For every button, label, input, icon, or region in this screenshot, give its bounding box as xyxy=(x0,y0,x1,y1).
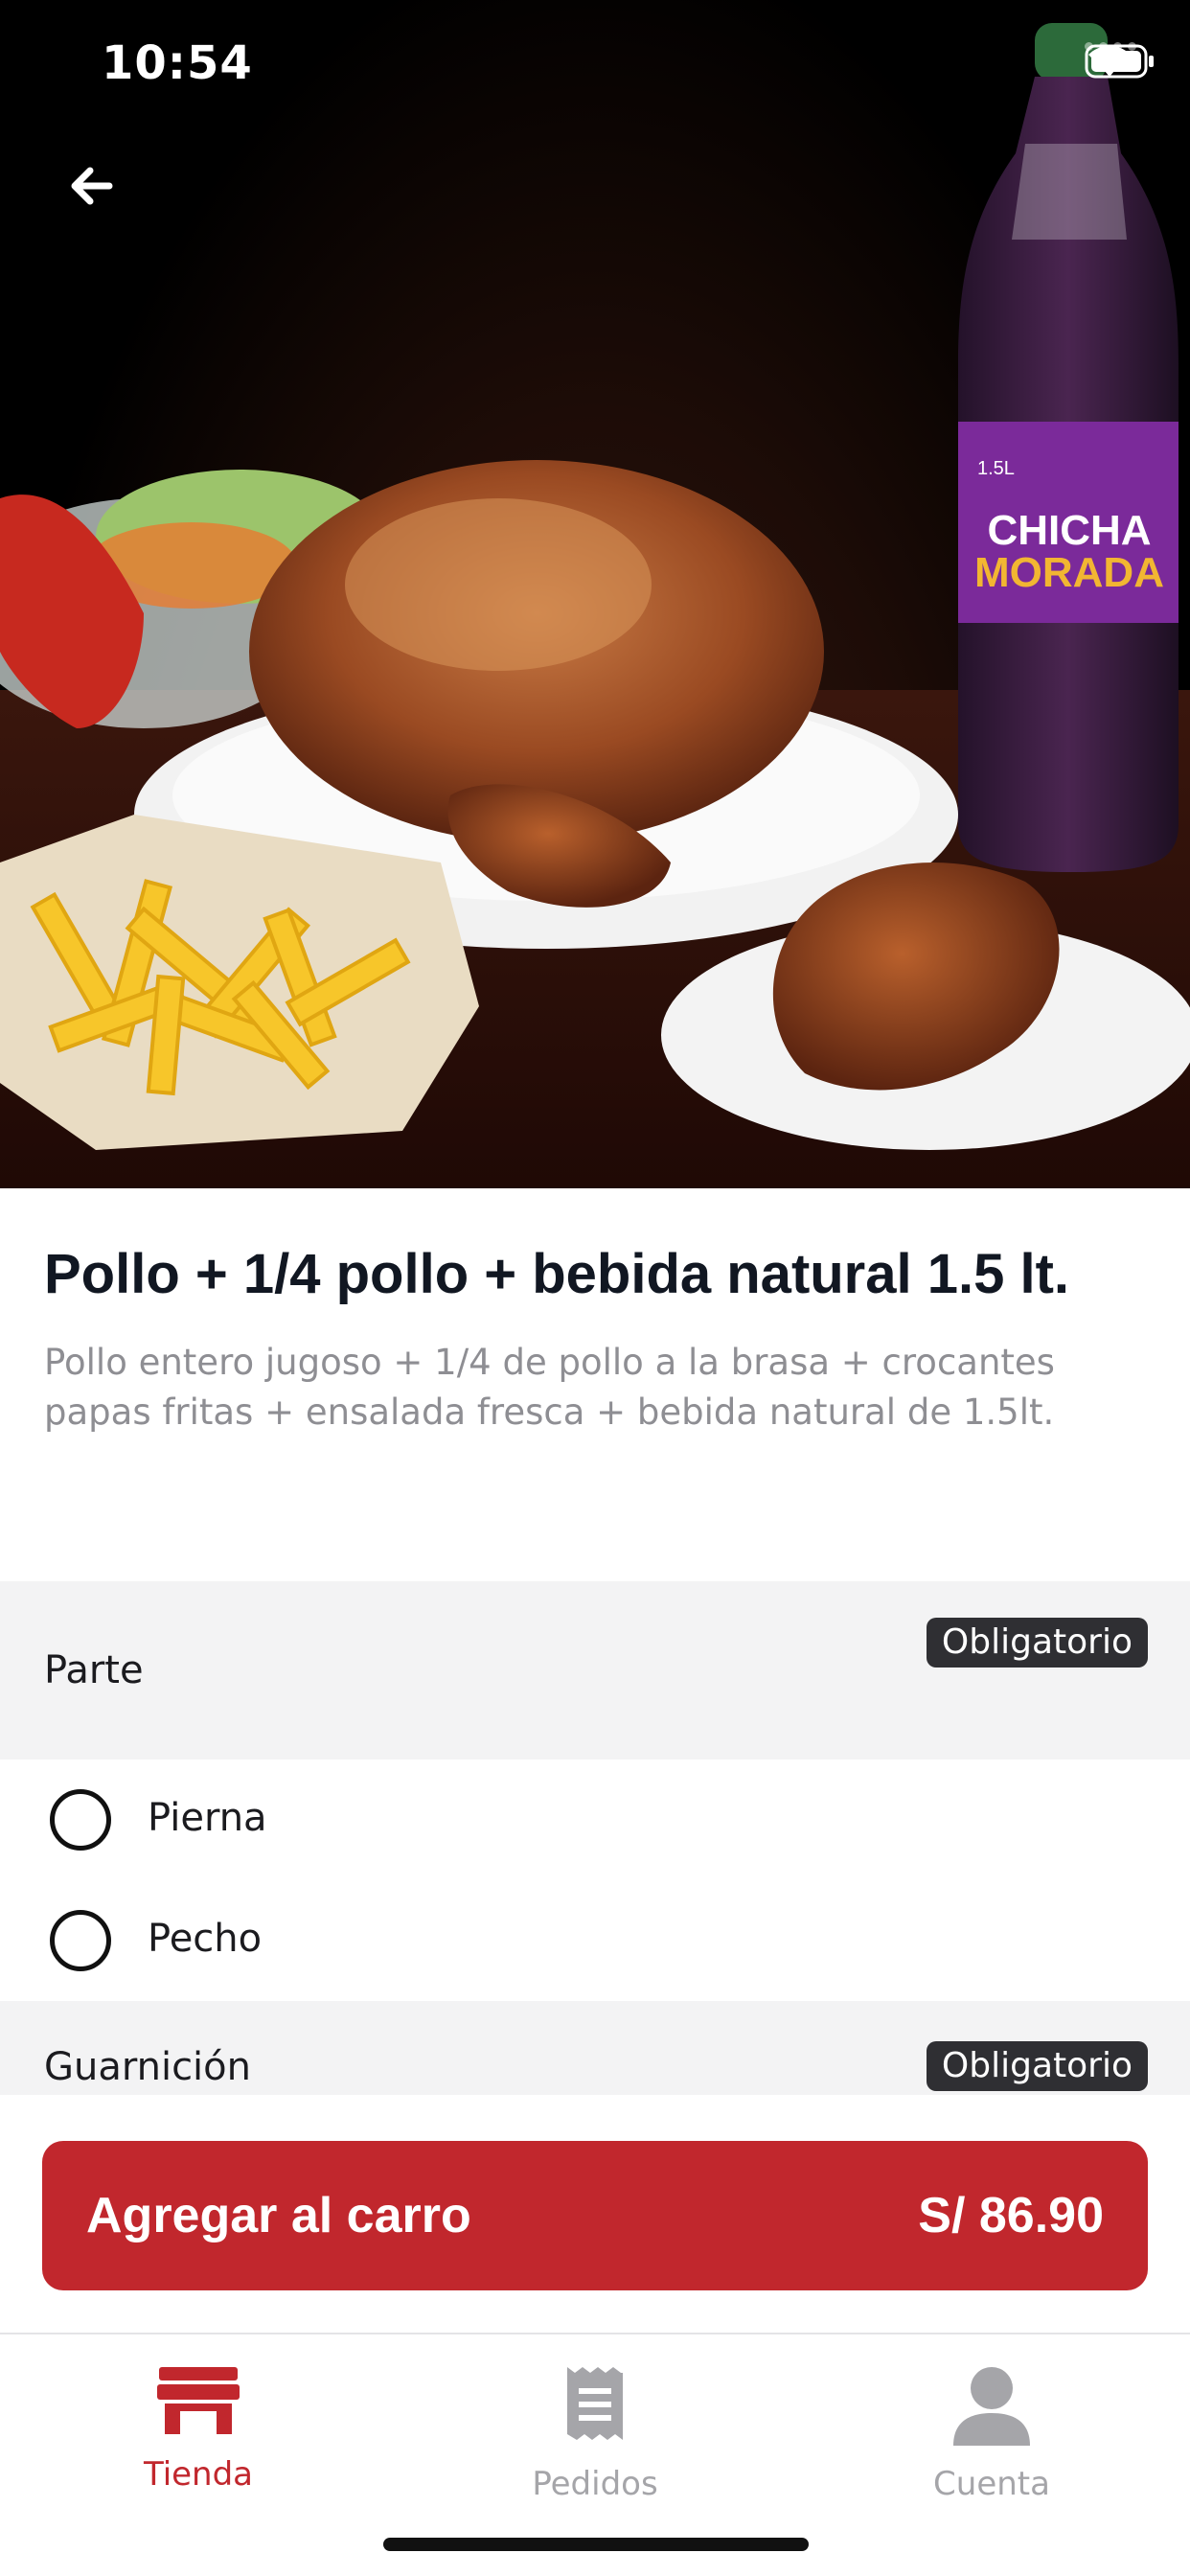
tab-cuenta[interactable]: Cuenta xyxy=(793,2336,1190,2528)
bottle-label-line1: CHICHA xyxy=(987,507,1151,554)
option-label: Pierna xyxy=(148,1796,267,1840)
status-time: 10:54 xyxy=(102,36,253,90)
product-title: Pollo + 1/4 pollo + bebida natural 1.5 l… xyxy=(44,1243,1070,1305)
arrow-left-icon xyxy=(71,167,113,205)
hero-illustration: CHICHA MORADA 1.5L xyxy=(0,23,1190,1188)
bottle-size: 1.5L xyxy=(977,458,1015,479)
product-hero-image: CHICHA MORADA 1.5L 10:54 xyxy=(0,0,1190,1188)
option-label: Pecho xyxy=(148,1917,263,1961)
tab-label: Cuenta xyxy=(933,2465,1050,2503)
back-button[interactable] xyxy=(63,157,140,234)
required-badge: Obligatorio xyxy=(926,1618,1148,1668)
battery-icon xyxy=(1085,44,1154,79)
section-header-guarnicion: Guarnición Obligatorio xyxy=(0,2001,1190,2097)
option-pecho[interactable]: Pecho xyxy=(0,1880,1190,2001)
section-header-parte: Parte Obligatorio xyxy=(0,1581,1190,1760)
radio-button[interactable] xyxy=(50,1789,111,1851)
bottle-label-line2: MORADA xyxy=(974,549,1164,596)
tab-tienda[interactable]: Tienda xyxy=(0,2336,397,2528)
product-info: Pollo + 1/4 pollo + bebida natural 1.5 l… xyxy=(0,1188,1190,1438)
store-icon xyxy=(157,2367,240,2434)
section-title: Parte xyxy=(44,1648,144,1692)
cart-bar: Agregar al carro S/ 86.90 xyxy=(0,2095,1190,2334)
add-to-cart-price: S/ 86.90 xyxy=(918,2188,1104,2243)
tab-label: Tienda xyxy=(143,2455,254,2494)
product-description: Pollo entero jugoso + 1/4 de pollo a la … xyxy=(44,1342,1055,1433)
user-icon xyxy=(953,2367,1030,2446)
add-to-cart-label: Agregar al carro xyxy=(86,2188,471,2243)
tab-label: Pedidos xyxy=(532,2465,658,2503)
home-indicator xyxy=(383,2538,809,2551)
status-icons xyxy=(1085,42,1154,79)
status-bar: 10:54 xyxy=(0,0,1190,126)
product-detail-screen: CHICHA MORADA 1.5L 10:54 Pollo + 1/4 pol… xyxy=(0,0,1190,2576)
required-badge: Obligatorio xyxy=(926,2041,1148,2091)
receipt-icon xyxy=(567,2367,623,2440)
section-title: Guarnición xyxy=(44,2045,251,2089)
option-pierna[interactable]: Pierna xyxy=(0,1760,1190,1880)
tab-pedidos[interactable]: Pedidos xyxy=(397,2336,793,2528)
radio-button[interactable] xyxy=(50,1910,111,1971)
add-to-cart-button[interactable]: Agregar al carro S/ 86.90 xyxy=(42,2141,1148,2290)
